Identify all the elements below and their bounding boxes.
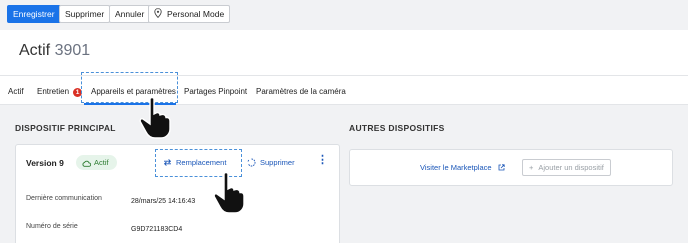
unlink-icon — [247, 158, 256, 167]
asset-number: 3901 — [54, 42, 91, 59]
other-devices-card: Visiter le Marketplace + Ajouter un dispo… — [349, 149, 673, 186]
pointer-hand-icon-2 — [213, 171, 245, 214]
toolbar: Enregistrer Supprimer Annuler Personal M… — [0, 0, 688, 30]
location-pin-icon — [154, 7, 162, 23]
main-device-title: DISPOSITIF PRINCIPAL — [15, 123, 116, 133]
more-vert-icon[interactable]: ⋮ — [317, 153, 328, 166]
save-button[interactable]: Enregistrer — [7, 5, 61, 23]
replace-label: Remplacement — [176, 158, 227, 167]
marketplace-label: Visiter le Marketplace — [420, 163, 492, 172]
personal-mode-label: Personal Mode — [167, 9, 225, 19]
plus-icon: + — [529, 163, 534, 172]
delete-button[interactable]: Supprimer — [59, 5, 111, 23]
add-device-label: Ajouter un dispositif — [538, 163, 604, 172]
tab-entretien-label: Entretien — [37, 87, 70, 96]
tab-partages-pinpoint[interactable]: Partages Pinpoint — [184, 87, 247, 96]
serial-number-label: Numéro de série — [26, 223, 78, 230]
tab-entretien[interactable]: Entretien 1 — [37, 87, 83, 97]
marketplace-link[interactable]: Visiter le Marketplace — [420, 163, 505, 172]
status-text: Actif — [94, 158, 109, 167]
serial-number-value: G9D721183CD4 — [131, 226, 183, 233]
cancel-button[interactable]: Annuler — [109, 5, 151, 23]
device-version: Version 9 — [26, 158, 64, 168]
last-communication-label: Dernière communication — [26, 195, 102, 202]
last-communication-value: 28/mars/25 14:16:43 — [131, 198, 196, 205]
personal-mode-button[interactable]: Personal Mode — [148, 5, 231, 23]
main-content: DISPOSITIF PRINCIPAL AUTRES DISPOSITIFS … — [0, 106, 688, 243]
main-device-card: Version 9 Actif Remplacement Supprimer ⋮… — [15, 144, 340, 243]
delete-device-button[interactable]: Supprimer — [247, 155, 295, 170]
external-link-icon — [498, 164, 505, 171]
tab-parametres-camera[interactable]: Paramètres de la caméra — [256, 87, 346, 96]
cloud-icon — [82, 157, 92, 172]
delete-device-label: Supprimer — [260, 158, 295, 167]
tab-actif[interactable]: Actif — [8, 87, 24, 96]
page-title-label: Actif — [19, 42, 51, 59]
other-devices-title: AUTRES DISPOSITIFS — [349, 123, 445, 133]
page-title: Actif 3901 — [19, 42, 90, 60]
status-badge: Actif — [76, 155, 117, 170]
page-header: Actif 3901 — [0, 30, 688, 75]
add-device-button[interactable]: + Ajouter un dispositif — [522, 159, 611, 176]
tab-bar: Actif Entretien 1 Appareils et paramètres… — [0, 72, 688, 105]
pointer-hand-icon — [139, 96, 171, 139]
swap-icon — [163, 159, 172, 166]
replace-button[interactable]: Remplacement — [163, 155, 226, 170]
